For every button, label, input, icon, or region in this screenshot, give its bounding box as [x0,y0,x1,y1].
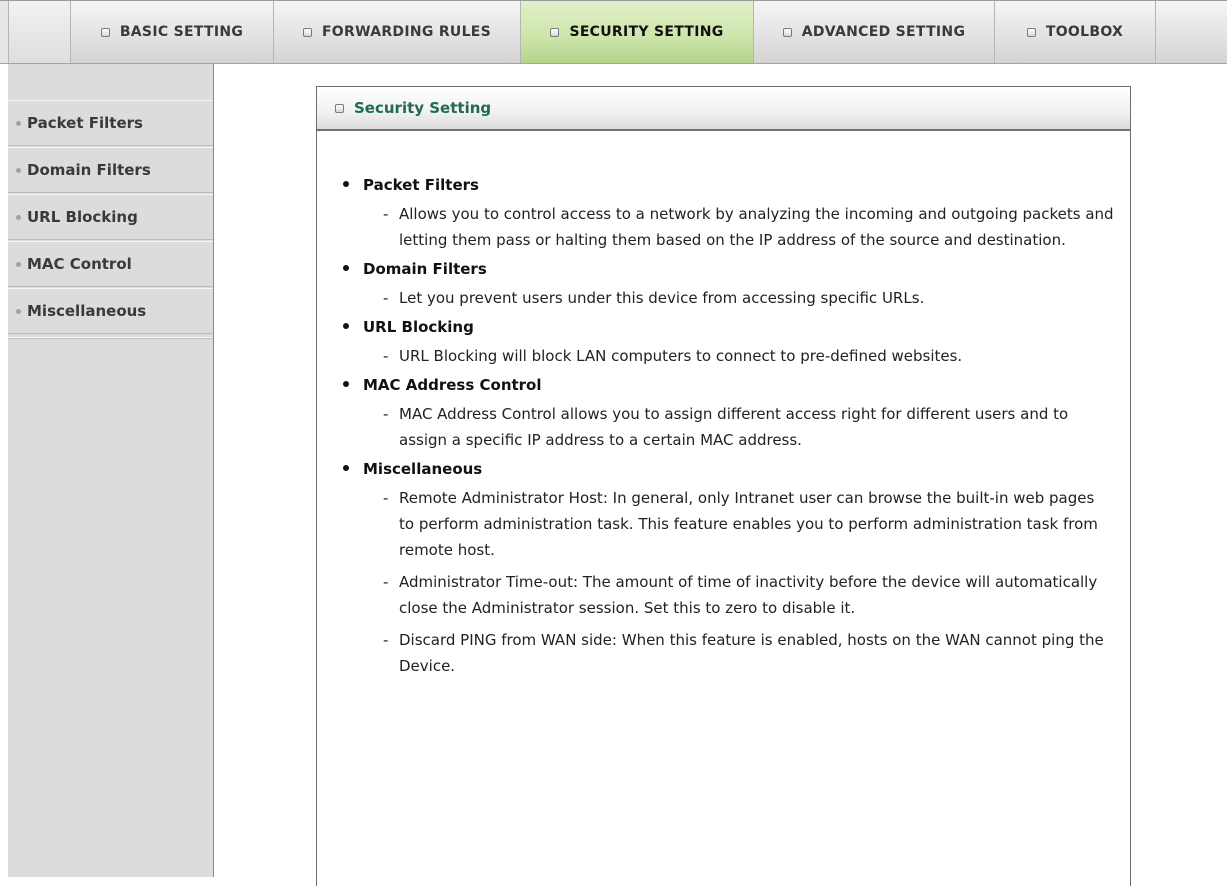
tab-bar-tail-cap [1155,1,1227,63]
dash-marker: - [383,631,389,649]
bullet-dot-icon [16,261,21,267]
section-domain-filters: Domain Filters - Let you prevent users u… [343,259,1130,311]
tab-label: ADVANCED SETTING [801,24,966,40]
checkbox-square-icon [1026,27,1036,37]
checkbox-square-icon [100,27,110,37]
section-description: - Remote Administrator Host: In general,… [343,485,1130,563]
tab-advanced-setting[interactable]: ADVANCED SETTING [753,1,994,63]
top-nav-bar: BASIC SETTING FORWARDING RULES SECURITY … [0,0,1227,64]
description-text: MAC Address Control allows you to assign… [399,405,1069,449]
description-text: Remote Administrator Host: In general, o… [399,489,1098,559]
section-mac-address-control: MAC Address Control - MAC Address Contro… [343,375,1130,453]
sidebar-divider [8,337,213,339]
section-title: Domain Filters [343,259,1130,279]
bullet-dot-icon [16,167,21,173]
section-description: - Discard PING from WAN side: When this … [343,627,1130,679]
tab-bar-lead-cap [8,1,70,63]
tab-toolbox[interactable]: TOOLBOX [994,1,1155,63]
sidebar-item-label: Domain Filters [27,161,151,179]
sidebar-item-label: MAC Control [27,255,132,273]
sidebar-item-label: Miscellaneous [27,302,147,320]
checkbox-square-icon [302,27,312,37]
checkbox-square-icon [550,27,560,37]
section-title: Packet Filters [343,175,1130,195]
section-title: MAC Address Control [343,375,1130,395]
tab-label: TOOLBOX [1045,24,1124,40]
dash-marker: - [383,205,389,223]
section-title: Miscellaneous [343,459,1130,479]
sidebar-item-packet-filters[interactable]: Packet Filters [8,100,213,146]
sidebar-item-label: Packet Filters [27,114,143,132]
dash-marker: - [383,489,389,507]
dash-marker: - [383,405,389,423]
description-text: Discard PING from WAN side: When this fe… [399,631,1104,675]
description-text: Administrator Time-out: The amount of ti… [399,573,1098,617]
section-description: - MAC Address Control allows you to assi… [343,401,1130,453]
bullet-dot-icon [16,308,21,314]
sidebar-item-url-blocking[interactable]: URL Blocking [8,194,213,240]
description-text: Allows you to control access to a networ… [399,205,1114,249]
section-packet-filters: Packet Filters - Allows you to control a… [343,175,1130,253]
section-description: - Administrator Time-out: The amount of … [343,569,1130,621]
section-url-blocking: URL Blocking - URL Blocking will block L… [343,317,1130,369]
panel-body: Packet Filters - Allows you to control a… [317,131,1130,679]
section-title: URL Blocking [343,317,1130,337]
bullet-dot-icon [16,120,21,126]
sidebar-item-miscellaneous[interactable]: Miscellaneous [8,288,213,334]
section-miscellaneous: Miscellaneous - Remote Administrator Hos… [343,459,1130,679]
sidebar: Packet Filters Domain Filters URL Blocki… [8,64,214,877]
panel-header: Security Setting [317,87,1130,131]
dash-marker: - [383,289,389,307]
bullet-dot-icon [16,214,21,220]
tab-forwarding-rules[interactable]: FORWARDING RULES [273,1,520,63]
section-description: - URL Blocking will block LAN computers … [343,343,1130,369]
section-description: - Allows you to control access to a netw… [343,201,1130,253]
dash-marker: - [383,347,389,365]
description-text: URL Blocking will block LAN computers to… [399,347,963,365]
sidebar-item-label: URL Blocking [27,208,138,226]
tab-basic-setting[interactable]: BASIC SETTING [70,1,273,63]
section-description: - Let you prevent users under this devic… [343,285,1130,311]
checkbox-square-icon [782,27,792,37]
description-text: Let you prevent users under this device … [399,289,925,307]
dash-marker: - [383,573,389,591]
tab-label: SECURITY SETTING [569,24,724,40]
sidebar-item-mac-control[interactable]: MAC Control [8,241,213,287]
tab-label: FORWARDING RULES [321,24,492,40]
checkbox-square-icon [335,103,344,113]
sidebar-item-domain-filters[interactable]: Domain Filters [8,147,213,193]
tab-security-setting[interactable]: SECURITY SETTING [520,1,753,63]
security-setting-panel: Security Setting Packet Filters - Allows… [316,86,1131,886]
tab-label: BASIC SETTING [119,24,244,40]
panel-title: Security Setting [354,99,492,117]
